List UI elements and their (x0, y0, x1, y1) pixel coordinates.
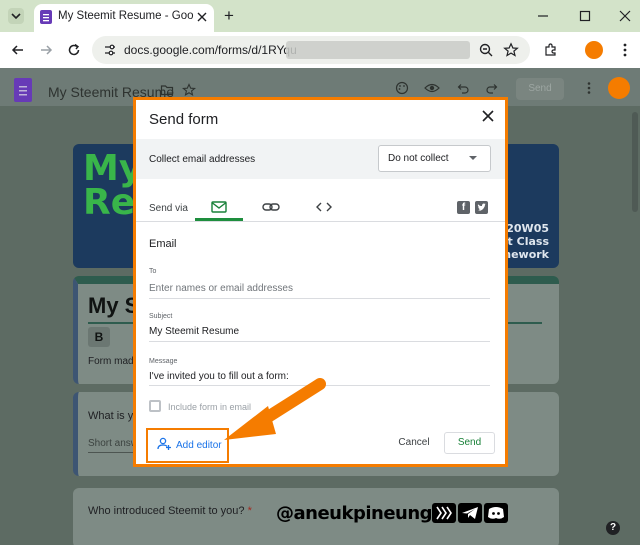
redo-icon[interactable] (485, 81, 499, 95)
tab-title: My Steemit Resume - Google F (58, 10, 194, 22)
telegram-icon (458, 503, 482, 523)
back-icon[interactable] (10, 42, 26, 58)
collect-email-value: Do not collect (388, 153, 449, 164)
to-input[interactable]: Enter names or email addresses (149, 283, 490, 294)
tab-search-icon[interactable] (8, 8, 24, 24)
palette-icon[interactable] (395, 81, 409, 95)
send-button[interactable]: Send (516, 78, 564, 100)
question-title: What is yo (88, 410, 140, 422)
tab-email[interactable] (195, 196, 243, 220)
reload-icon[interactable] (66, 42, 82, 58)
send-email-button[interactable]: Send (444, 432, 495, 454)
account-avatar[interactable] (608, 77, 630, 99)
url-text: docs.google.com/forms/d/1RYqu (124, 43, 297, 57)
zoom-icon[interactable] (478, 42, 494, 58)
question-text: Who introduced Steemit to you? (88, 505, 245, 517)
bold-button[interactable]: B (88, 327, 110, 347)
maximize-icon[interactable] (578, 9, 592, 23)
bookmark-star-icon[interactable] (503, 42, 519, 58)
close-icon[interactable] (479, 107, 497, 125)
add-person-icon (156, 436, 172, 452)
minimize-icon[interactable] (536, 9, 550, 23)
subject-input[interactable]: My Steemit Resume (149, 326, 239, 337)
window-close-icon[interactable] (618, 9, 632, 23)
more-options-icon[interactable] (582, 81, 596, 95)
to-label: To (149, 268, 157, 275)
dialog-title: Send form (149, 111, 219, 128)
help-icon[interactable]: ? (606, 521, 620, 535)
tab-close-icon[interactable] (196, 11, 208, 23)
undo-icon[interactable] (456, 81, 470, 95)
send-via-label: Send via (149, 203, 188, 214)
folder-icon[interactable] (160, 83, 174, 97)
required-asterisk: * (247, 505, 252, 517)
tab-link[interactable] (257, 196, 285, 218)
banner-text-line: t Class (507, 235, 549, 248)
short-answer-placeholder: Short answ (88, 438, 139, 449)
message-label: Message (149, 358, 178, 365)
scrollbar[interactable] (632, 112, 638, 212)
subject-underline (149, 341, 490, 342)
browser-menu-icon[interactable] (617, 42, 633, 58)
forms-logo-icon[interactable] (14, 78, 32, 102)
extensions-icon[interactable] (543, 42, 559, 58)
discord-icon (484, 503, 508, 523)
tab-divider (136, 221, 505, 222)
url-redaction (286, 41, 470, 59)
tab-embed[interactable] (310, 196, 338, 218)
collect-email-label: Collect email addresses (149, 154, 256, 165)
steem-logo-icon (432, 503, 456, 523)
to-underline (149, 298, 490, 299)
include-form-checkbox[interactable] (149, 400, 161, 412)
annotation-arrow (220, 378, 330, 446)
cancel-button[interactable]: Cancel (394, 432, 434, 454)
preview-eye-icon[interactable] (424, 81, 440, 95)
forms-favicon-icon (40, 10, 52, 24)
subject-label: Subject (149, 313, 173, 320)
add-editor-label: Add editor (176, 440, 222, 451)
email-heading: Email (149, 238, 177, 250)
new-tab-button[interactable]: + (224, 6, 234, 26)
question-title: Who introduced Steemit to you? * (88, 505, 252, 517)
form-title[interactable]: My S (88, 293, 139, 319)
star-icon[interactable] (182, 83, 196, 97)
site-info-icon[interactable] (102, 42, 118, 58)
profile-avatar[interactable] (585, 41, 603, 59)
form-description[interactable]: Form mad (88, 356, 134, 367)
twitter-icon[interactable] (475, 201, 488, 214)
watermark-text: @aneukpineung78 (276, 503, 457, 524)
dropdown-arrow-icon (469, 155, 477, 161)
facebook-icon[interactable]: f (457, 201, 470, 214)
forward-icon[interactable] (38, 42, 54, 58)
